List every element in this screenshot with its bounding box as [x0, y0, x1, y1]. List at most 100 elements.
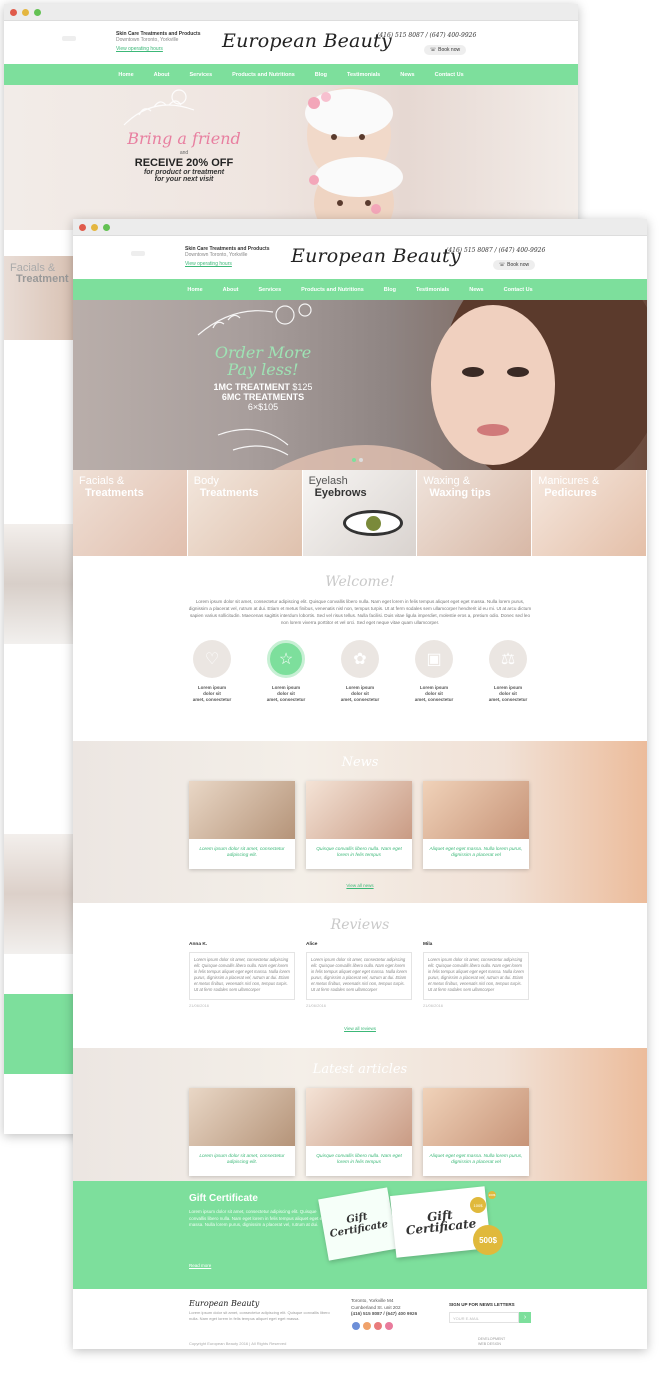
- site-logo[interactable]: European Beauty: [222, 30, 392, 52]
- nav-item[interactable]: Products and Nutritions: [291, 287, 374, 293]
- browser-window-front: Skin Care Treatments and Products Downto…: [73, 219, 647, 1349]
- phone-icon: ☏: [498, 262, 506, 268]
- promo-line2: 6MC TREATMENTS 6×$105: [213, 392, 313, 412]
- card-image: [423, 781, 529, 839]
- card-excerpt: Aliquet eget eget massa. Nulla lorem pur…: [429, 1154, 523, 1165]
- book-now-button[interactable]: ☏ Book now: [424, 45, 466, 55]
- maximize-dot[interactable]: [103, 223, 110, 231]
- facebook-icon[interactable]: [352, 1322, 360, 1330]
- close-dot[interactable]: [79, 223, 86, 231]
- welcome-title: Welcome!: [325, 574, 395, 590]
- nav-item[interactable]: Products and Nutritions: [222, 72, 305, 78]
- language-switcher[interactable]: [62, 36, 76, 41]
- nav-item[interactable]: Home: [108, 72, 143, 78]
- card-image: [189, 1088, 295, 1146]
- welcome-text: Lorem ipsum dolor sit amet, consectetur …: [188, 599, 532, 625]
- nav-item[interactable]: Home: [177, 287, 212, 293]
- article-card[interactable]: Lorem ipsum dolor sit amet, consectetur …: [189, 1088, 295, 1176]
- nav-item[interactable]: Services: [249, 287, 292, 293]
- review-date: 21/06/2016: [423, 1003, 444, 1008]
- card-excerpt: Aliquet eget eget massa. Nulla lorem pur…: [429, 847, 523, 858]
- gift-read-more-link[interactable]: Read more: [189, 1263, 211, 1268]
- maximize-dot[interactable]: [34, 8, 41, 16]
- developer-credit[interactable]: DEVELOPMENT WEB DESIGN: [478, 1337, 505, 1347]
- reviews-title: Reviews: [330, 917, 390, 933]
- news-card[interactable]: Aliquet eget eget massa. Nulla lorem pur…: [423, 781, 529, 869]
- pager-dot-active[interactable]: [352, 458, 356, 462]
- feature-label: Lorem ipsum dolor sit amet, consectetur: [340, 685, 380, 703]
- feature-item[interactable]: ☆ Lorem ipsum dolor sit amet, consectetur: [266, 640, 306, 703]
- nav-item[interactable]: Testimonials: [406, 287, 459, 293]
- slider-pager[interactable]: [352, 458, 363, 462]
- category-bold-label: Eyebrows: [314, 487, 367, 499]
- category-tile[interactable]: Body Treatments: [187, 470, 303, 556]
- promo-offer: RECEIVE 20% OFF: [134, 157, 234, 169]
- newsletter-submit-button[interactable]: ›: [519, 1312, 531, 1323]
- footer-logo[interactable]: European Beauty: [189, 1299, 259, 1308]
- google-plus-icon[interactable]: [374, 1322, 382, 1330]
- gift-amount-200: 200$: [488, 1191, 496, 1199]
- nav-item[interactable]: Services: [180, 72, 223, 78]
- gift-amount-500: 500$: [473, 1225, 503, 1255]
- close-dot[interactable]: [10, 8, 17, 16]
- review-text: Lorem ipsum dolor sit amet, consectetur …: [189, 952, 295, 1000]
- view-all-news-link[interactable]: View all news: [73, 883, 647, 888]
- nav-item[interactable]: About: [144, 72, 180, 78]
- review-text: Lorem ipsum dolor sit amet, consectetur …: [306, 952, 412, 1000]
- articles-title: Latest articles: [312, 1062, 408, 1077]
- nav-item[interactable]: About: [213, 287, 249, 293]
- site-header: Skin Care Treatments and Products Downto…: [73, 236, 647, 279]
- nav-item[interactable]: Blog: [305, 72, 337, 78]
- blurred-section: [4, 834, 73, 954]
- operating-hours-link[interactable]: View operating hours: [116, 46, 200, 52]
- feature-item[interactable]: ♡ Lorem ipsum dolor sit amet, consectetur: [192, 640, 232, 703]
- gift-icon: ▣: [415, 640, 453, 678]
- review-author: Mila: [423, 942, 433, 947]
- book-now-button[interactable]: ☏ Book now: [493, 260, 535, 270]
- feature-label-line2: amet, consectetur: [488, 697, 528, 702]
- news-card[interactable]: Lorem ipsum dolor sit amet, consectetur …: [189, 781, 295, 869]
- category-bold-label: Treatments: [85, 487, 144, 499]
- language-switcher[interactable]: [131, 251, 145, 256]
- nav-item[interactable]: News: [390, 72, 424, 78]
- operating-hours-link[interactable]: View operating hours: [185, 261, 269, 267]
- feature-item[interactable]: ⚖ Lorem ipsum dolor sit amet, consectetur: [488, 640, 528, 703]
- nav-item[interactable]: Contact Us: [494, 287, 543, 293]
- scales-icon: ⚖: [489, 640, 527, 678]
- feature-label-line1: Lorem ipsum dolor sit: [345, 685, 375, 696]
- nav-item[interactable]: Testimonials: [337, 72, 390, 78]
- news-card[interactable]: Quisque convallis libero nulla. Nam eget…: [306, 781, 412, 869]
- pager-dot[interactable]: [359, 458, 363, 462]
- hero-slider: Order More Pay less! 1MC TREATMENT $125 …: [73, 300, 647, 470]
- feature-item[interactable]: ✿ Lorem ipsum dolor sit amet, consectetur: [340, 640, 380, 703]
- review-author: Anna K.: [189, 942, 208, 947]
- category-tile[interactable]: Waxing & Waxing tips: [417, 470, 533, 556]
- newsletter-label: SIGN UP FOR NEWS LETTERS: [449, 1302, 515, 1307]
- star-icon: ☆: [267, 640, 305, 678]
- newsletter-email-input[interactable]: YOUR E-MAIL: [449, 1312, 519, 1323]
- article-card[interactable]: Quisque convallis libero nulla. Nam eget…: [306, 1088, 412, 1176]
- category-tile[interactable]: Facials & Treatments: [73, 470, 188, 556]
- instagram-icon[interactable]: [363, 1322, 371, 1330]
- minimize-dot[interactable]: [91, 223, 98, 231]
- article-card[interactable]: Aliquet eget eget massa. Nulla lorem pur…: [423, 1088, 529, 1176]
- site-logo[interactable]: European Beauty: [291, 245, 461, 267]
- category-light-label: Manicures &: [538, 475, 600, 487]
- nav-item[interactable]: News: [459, 287, 493, 293]
- promo-sub1: for product or treatment: [143, 169, 225, 176]
- promo-script-line1: Order More: [214, 343, 312, 362]
- category-tile[interactable]: Manicures & Pedicures: [532, 470, 647, 556]
- review-date: 21/06/2016: [306, 1003, 327, 1008]
- blurred-section: [4, 524, 73, 644]
- feature-item[interactable]: ▣ Lorem ipsum dolor sit amet, consectetur: [414, 640, 454, 703]
- view-all-reviews-link[interactable]: View all reviews: [73, 1026, 647, 1031]
- card-image: [306, 1088, 412, 1146]
- nav-item[interactable]: Contact Us: [425, 72, 474, 78]
- review-date: 21/06/2016: [189, 1003, 210, 1008]
- pinterest-icon[interactable]: [385, 1322, 393, 1330]
- category-tile[interactable]: Eyelash Eyebrows: [302, 470, 418, 556]
- feature-label-line1: Lorem ipsum dolor sit: [419, 685, 449, 696]
- nav-item[interactable]: Blog: [374, 287, 406, 293]
- category-tile-facials-back[interactable]: Facials & Treatment: [4, 256, 73, 340]
- minimize-dot[interactable]: [22, 8, 29, 16]
